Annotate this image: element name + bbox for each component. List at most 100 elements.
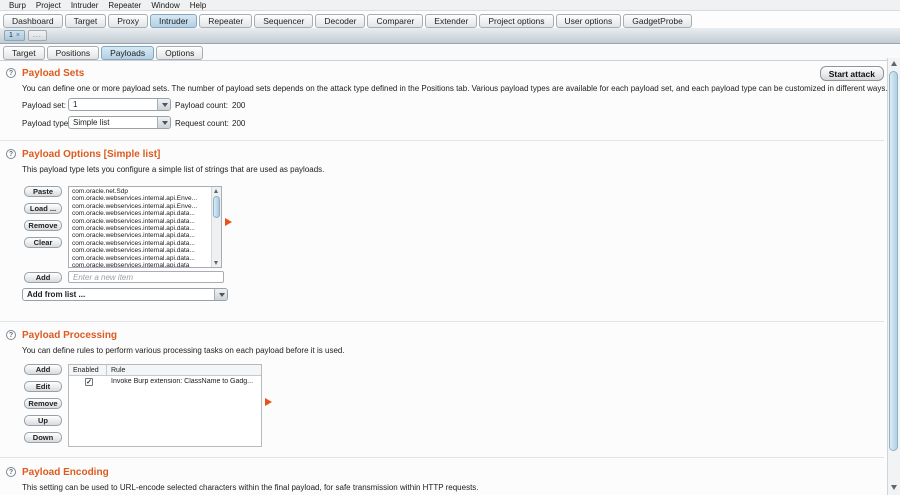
payload-set-value: 1 [69,99,170,110]
list-item[interactable]: com.oracle.webservices.internal.api.data [69,262,210,268]
scroll-up-icon[interactable] [889,59,899,69]
main-tab-decoder[interactable]: Decoder [315,14,365,28]
menu-repeater[interactable]: Repeater [103,1,146,10]
menu-burp[interactable]: Burp [4,1,31,10]
menu-project[interactable]: Project [31,1,66,10]
remove-button[interactable]: Remove [24,220,62,231]
section-divider [0,140,884,141]
menu-intruder[interactable]: Intruder [66,1,104,10]
main-tab-sequencer[interactable]: Sequencer [254,14,313,28]
new-item-input[interactable] [68,271,224,283]
paste-button[interactable]: Paste [24,186,62,197]
help-icon[interactable]: ? [6,68,16,78]
main-tab-bar: Dashboard Target Proxy Intruder Repeater… [0,12,900,28]
main-tab-target[interactable]: Target [65,14,107,28]
payload-processing-heading: Payload Processing [22,330,117,341]
main-tab-proxy[interactable]: Proxy [108,14,148,28]
main-tab-intruder[interactable]: Intruder [150,14,197,28]
rule-remove-button[interactable]: Remove [24,398,62,409]
payload-options-heading: Payload Options [Simple list] [22,149,160,160]
payload-count-label: Payload count: [175,101,228,110]
main-tab-comparer[interactable]: Comparer [367,14,423,28]
processing-rules-table: Enabled Rule ✓ Invoke Burp extension: Cl… [68,364,262,447]
list-item[interactable]: com.oracle.net.Sdp [69,188,210,195]
payload-count-value: 200 [232,101,245,110]
start-attack-button[interactable]: Start attack [820,66,884,81]
attack-tab-1[interactable]: 1× [4,30,25,41]
main-tab-dashboard[interactable]: Dashboard [3,14,63,28]
section-divider [0,321,884,322]
rule-add-button[interactable]: Add [24,364,62,375]
payload-processing-description: You can define rules to perform various … [22,346,345,355]
main-tab-project-options[interactable]: Project options [479,14,553,28]
column-separator [106,365,107,376]
scrollbar-thumb[interactable] [889,71,898,451]
table-header: Enabled Rule [69,365,261,376]
main-tab-repeater[interactable]: Repeater [199,14,252,28]
sub-tab-target[interactable]: Target [3,46,45,60]
add-from-list-value: Add from list ... [23,289,227,300]
clear-button[interactable]: Clear [24,237,62,248]
close-icon[interactable]: × [16,32,20,39]
sub-tab-payloads[interactable]: Payloads [101,46,154,60]
list-item[interactable]: com.oracle.webservices.internal.api.data… [69,225,210,232]
rule-cell: Invoke Burp extension: ClassName to Gadg… [111,378,253,385]
load-button[interactable]: Load ... [24,203,62,214]
scrollbar-thumb[interactable] [213,196,220,218]
list-item[interactable]: com.oracle.webservices.internal.api.data… [69,232,210,239]
orange-pointer-icon [225,218,232,226]
enabled-checkbox[interactable]: ✓ [85,378,93,386]
rule-down-button[interactable]: Down [24,432,62,443]
payloads-panel: Start attack ? Payload Sets You can defi… [0,61,888,495]
sub-tab-options[interactable]: Options [156,46,203,60]
list-item[interactable]: com.oracle.webservices.internal.api.data… [69,247,210,254]
scroll-down-icon[interactable] [212,259,221,267]
column-header-enabled: Enabled [73,365,99,376]
list-item[interactable]: com.oracle.webservices.internal.api.data… [69,218,210,225]
menu-window[interactable]: Window [146,1,184,10]
request-count-value: 200 [232,119,245,128]
chevron-down-icon [157,99,170,110]
payload-encoding-heading: Payload Encoding [22,467,109,478]
chevron-down-icon [214,289,227,300]
help-icon[interactable]: ? [6,330,16,340]
list-item[interactable]: com.oracle.webservices.internal.api.data… [69,255,210,262]
menu-bar: Burp Project Intruder Repeater Window He… [0,0,900,11]
scroll-up-icon[interactable] [212,187,221,195]
payload-type-label: Payload type: [22,119,70,128]
main-tab-user-options[interactable]: User options [556,14,622,28]
add-item-button[interactable]: Add [24,272,62,283]
scroll-down-icon[interactable] [889,483,899,493]
attack-tab-bar: 1× ... [0,28,900,44]
rule-up-button[interactable]: Up [24,415,62,426]
section-divider [0,457,884,458]
column-header-rule: Rule [111,365,125,376]
chevron-down-icon [157,117,170,128]
intruder-sub-tab-bar: Target Positions Payloads Options [0,45,900,61]
list-item[interactable]: com.oracle.webservices.internal.api.data… [69,210,210,217]
main-tab-extender[interactable]: Extender [425,14,477,28]
list-item[interactable]: com.oracle.webservices.internal.api.data… [69,240,210,247]
menu-help[interactable]: Help [185,1,211,10]
payload-set-dropdown[interactable]: 1 [68,98,171,111]
request-count-label: Request count: [175,119,229,128]
help-icon[interactable]: ? [6,467,16,477]
payload-sets-description: You can define one or more payload sets.… [22,84,888,93]
payload-sets-heading: Payload Sets [22,68,84,79]
help-icon[interactable]: ? [6,149,16,159]
sub-tab-positions[interactable]: Positions [47,46,100,60]
payload-type-dropdown[interactable]: Simple list [68,116,171,129]
list-item[interactable]: com.oracle.webservices.internal.api.Enve… [69,203,210,210]
payload-list[interactable]: com.oracle.net.Sdp com.oracle.webservice… [68,186,222,268]
payload-encoding-description: This setting can be used to URL-encode s… [22,483,479,492]
rule-edit-button[interactable]: Edit [24,381,62,392]
add-from-list-dropdown[interactable]: Add from list ... [22,288,228,301]
panel-scrollbar[interactable] [887,58,900,495]
attack-tab-more[interactable]: ... [28,30,47,41]
list-item[interactable]: com.oracle.webservices.internal.api.Enve… [69,195,210,202]
payload-list-scrollbar[interactable] [211,187,221,267]
payload-options-description: This payload type lets you configure a s… [22,165,324,174]
payload-type-value: Simple list [69,117,170,128]
main-tab-gadgetprobe[interactable]: GadgetProbe [623,14,692,28]
table-row[interactable]: ✓ Invoke Burp extension: ClassName to Ga… [69,377,261,388]
